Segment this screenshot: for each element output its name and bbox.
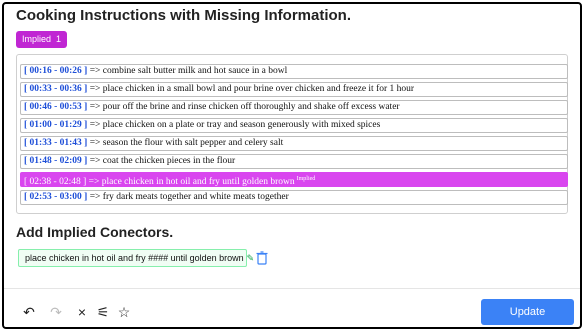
timestamp: [ 01:48 - 02:09 ] bbox=[24, 156, 88, 166]
delete-trash-icon[interactable] bbox=[255, 250, 269, 266]
timestamp: [ 02:53 - 03:00 ] bbox=[24, 192, 88, 202]
instruction-text: => fry dark meats together and white mea… bbox=[87, 192, 289, 202]
instruction-row[interactable]: [ 00:46 - 00:53 ] => pour off the brine … bbox=[20, 100, 568, 115]
connector-item[interactable]: place chicken in hot oil and fry #### un… bbox=[18, 249, 254, 267]
instruction-row[interactable]: [ 00:16 - 00:26 ] => combine salt butter… bbox=[20, 64, 568, 79]
edit-pencil-icon[interactable]: ✎ bbox=[247, 253, 255, 263]
instruction-text: => coat the chicken pieces in the flour bbox=[87, 156, 236, 166]
update-button[interactable]: Update bbox=[481, 299, 574, 325]
undo-icon[interactable]: ↶ bbox=[22, 305, 36, 319]
instruction-list: [ 00:16 - 00:26 ] => combine salt butter… bbox=[20, 64, 568, 208]
instruction-text: => place chicken in a small bowl and pou… bbox=[87, 84, 415, 94]
timestamp: [ 02:38 - 02:48 ] bbox=[24, 177, 87, 187]
instruction-text: => pour off the brine and rinse chicken … bbox=[87, 102, 400, 112]
instruction-text: => combine salt butter milk and hot sauc… bbox=[87, 66, 288, 76]
implied-filter-badge[interactable]: Implied 1 bbox=[16, 31, 68, 48]
star-icon[interactable]: ☆ bbox=[117, 305, 131, 319]
settings-sliders-icon[interactable]: ⚟ bbox=[96, 305, 110, 319]
badge-label: Implied bbox=[22, 34, 52, 44]
footer-divider bbox=[4, 288, 580, 289]
timestamp: [ 00:46 - 00:53 ] bbox=[24, 102, 88, 112]
instruction-row[interactable]: [ 02:53 - 03:00 ] => fry dark meats toge… bbox=[20, 190, 568, 205]
timestamp: [ 01:33 - 01:43 ] bbox=[24, 138, 88, 148]
timestamp: [ 00:33 - 00:36 ] bbox=[24, 84, 88, 94]
badge-count: 1 bbox=[56, 34, 62, 44]
instruction-row[interactable]: [ 01:00 - 01:29 ] => place chicken on a … bbox=[20, 118, 568, 133]
instruction-row[interactable]: [ 01:48 - 02:09 ] => coat the chicken pi… bbox=[20, 154, 568, 169]
instruction-text: => place chicken in hot oil and fry unti… bbox=[86, 177, 295, 187]
instruction-row[interactable]: [ 00:33 - 00:36 ] => place chicken in a … bbox=[20, 82, 568, 97]
instruction-row[interactable]: [ 01:33 - 01:43 ] => season the flour wi… bbox=[20, 136, 568, 151]
page-title: Cooking Instructions with Missing Inform… bbox=[16, 7, 351, 24]
connectors-heading: Add Implied Conectors. bbox=[16, 224, 174, 240]
redo-icon[interactable]: ↷ bbox=[49, 305, 63, 319]
connector-text: place chicken in hot oil and fry #### un… bbox=[25, 253, 244, 263]
timestamp: [ 01:00 - 01:29 ] bbox=[24, 120, 88, 130]
instruction-text: => season the flour with salt pepper and… bbox=[87, 138, 284, 148]
timestamp: [ 00:16 - 00:26 ] bbox=[24, 66, 88, 76]
clear-icon[interactable]: × bbox=[75, 305, 89, 319]
instruction-row-implied[interactable]: [ 02:38 - 02:48 ] => place chicken in ho… bbox=[20, 172, 568, 187]
instruction-text: => place chicken on a plate or tray and … bbox=[87, 120, 381, 130]
implied-tag: Implied bbox=[296, 176, 316, 182]
